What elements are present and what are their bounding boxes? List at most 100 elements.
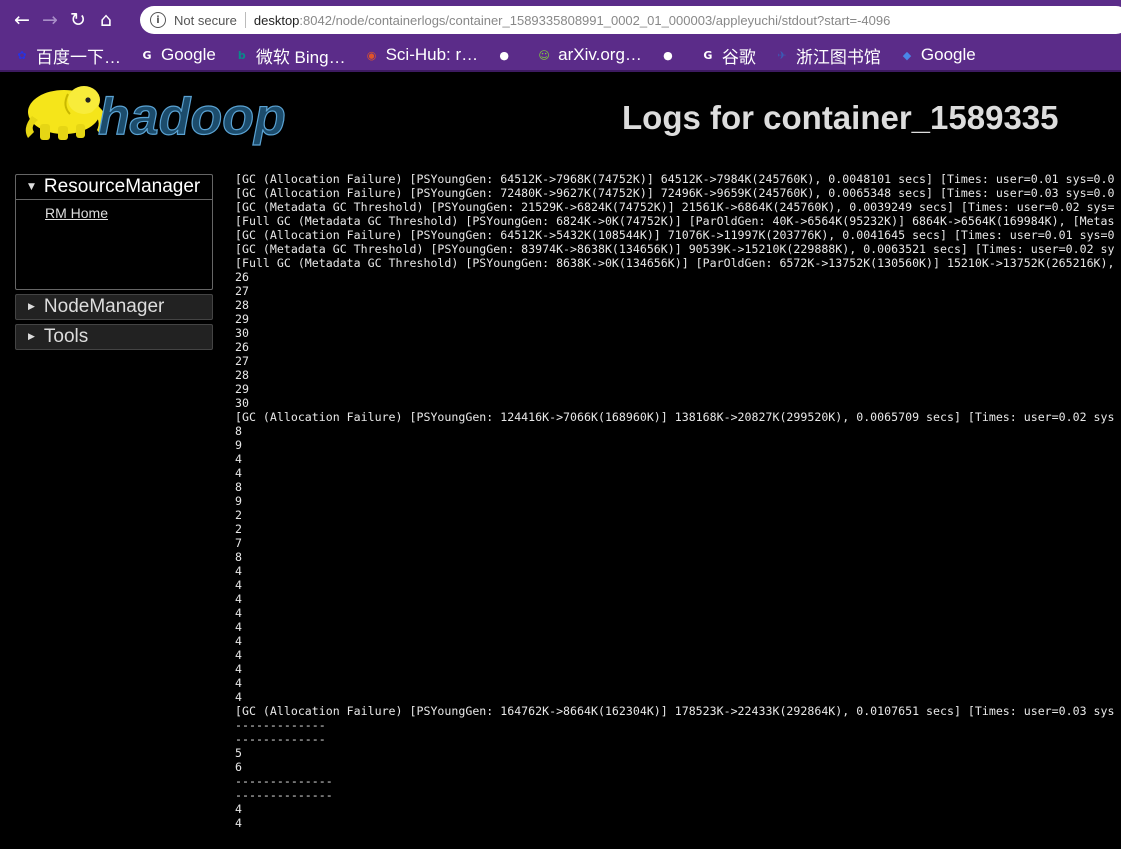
log-line: 4 [235,816,242,830]
bookmark-item[interactable]: G 谷歌 [700,43,756,68]
sidebar-section-tools: ▶ Tools [15,324,213,350]
log-line: 5 [235,746,242,760]
bookmark-item[interactable]: ◉ Sci-Hub: r… [364,45,479,65]
log-output: [GC (Allocation Failure) [PSYoungGen: 64… [235,172,1121,830]
bookmark-item[interactable]: ✈ 浙江图书馆 [774,43,881,68]
log-line: 28 [235,368,249,382]
log-line: [Full GC (Metadata GC Threshold) [PSYoun… [235,214,1115,228]
log-line: ------------- [235,718,326,732]
section-label: ResourceManager [43,176,201,197]
triangle-down-icon: ▼ [28,182,35,192]
rm-home-link[interactable]: RM Home [45,205,212,221]
log-line: 4 [235,466,242,480]
log-line: ------------- [235,732,326,746]
url-divider [244,12,246,28]
log-line: 27 [235,354,249,368]
log-line: 4 [235,662,242,676]
log-line: 4 [235,578,242,592]
arxiv-icon: ☺ [538,48,550,62]
log-line: 2 [235,508,242,522]
browser-toolbar: ← → ↻ ⌂ i Not secure desktop:8042/node/c… [0,0,1121,40]
bookmark-item[interactable]: ✿ 百度一下… [14,43,121,68]
hadoop-logo: hadoop [25,86,286,147]
globe-icon: ● [663,48,673,62]
log-line: 2 [235,522,242,536]
log-line: [Full GC (Metadata GC Threshold) [PSYoun… [235,256,1115,270]
log-line: 4 [235,620,242,634]
section-label: NodeManager [43,296,165,317]
bookmarks-bar: ✿ 百度一下… G Google b 微软 Bing… ◉ Sci-Hub: r… ● ☺ arXi… [0,40,1121,70]
info-icon[interactable]: i [150,12,166,28]
library-icon: ✈ [777,48,787,62]
log-line: 4 [235,690,242,704]
translate-icon: ◆ [902,48,912,62]
log-line: [GC (Allocation Failure) [PSYoungGen: 16… [235,704,1115,718]
globe-icon: ● [499,48,509,62]
log-line: 27 [235,284,249,298]
nodemanager-header[interactable]: ▶ NodeManager [16,295,212,319]
log-line: 8 [235,480,242,494]
bookmark-label: 浙江图书馆 [795,47,881,67]
log-line: 4 [235,452,242,466]
home-icon[interactable]: ⌂ [92,6,120,34]
bookmark-label: arXiv.org… [558,45,642,64]
address-bar[interactable]: i Not secure desktop:8042/node/container… [140,6,1121,34]
section-label: Tools [43,326,89,347]
tools-header[interactable]: ▶ Tools [16,325,212,349]
reload-icon[interactable]: ↻ [64,6,92,34]
resourcemanager-links: RM Home [16,200,212,289]
back-arrow-icon[interactable]: ← [8,6,36,34]
log-line: 4 [235,592,242,606]
sidebar-section-resourcemanager: ▼ ResourceManager RM Home [15,174,213,290]
bookmark-label: 谷歌 [721,47,756,67]
sidebar: ▼ ResourceManager RM Home ▶ NodeManager … [15,174,213,354]
log-line: 30 [235,326,249,340]
log-line: 4 [235,606,242,620]
log-line: [GC (Allocation Failure) [PSYoungGen: 12… [235,410,1115,424]
log-line: 4 [235,676,242,690]
log-line: 28 [235,298,249,312]
google-icon: G [142,48,152,62]
log-line: 26 [235,270,249,284]
bookmark-item[interactable]: ● [660,47,682,63]
log-line: -------------- [235,774,333,788]
bookmark-item[interactable]: ◆ Google [899,45,976,65]
bookmark-item[interactable]: G Google [139,45,216,65]
log-line: 29 [235,382,249,396]
log-line: [GC (Allocation Failure) [PSYoungGen: 64… [235,172,1115,186]
log-line: 4 [235,634,242,648]
url-path: :8042/node/containerlogs/container_15893… [299,12,891,28]
log-line: 30 [235,396,249,410]
not-secure-label: Not secure [174,12,237,28]
google-icon: G [703,48,713,62]
log-line: [GC (Metadata GC Threshold) [PSYoungGen:… [235,242,1115,256]
page-title: Logs for container_1589335 [622,99,1059,136]
elephant-icon [25,86,106,140]
log-line: [GC (Metadata GC Threshold) [PSYoungGen:… [235,200,1115,214]
scihub-icon: ◉ [366,48,377,62]
log-line: -------------- [235,788,333,802]
bookmark-item[interactable]: ● [496,47,518,63]
resourcemanager-header[interactable]: ▼ ResourceManager [16,175,212,200]
triangle-right-icon: ▶ [28,332,35,342]
bookmarks-divider [0,70,1121,72]
bookmark-label: Google [161,45,216,64]
log-line: 4 [235,648,242,662]
forward-arrow-icon[interactable]: → [36,6,64,34]
bing-icon: b [237,48,246,62]
bookmark-item[interactable]: b 微软 Bing… [234,43,346,68]
logo-wordmark: hadoop [98,88,286,146]
url-host: desktop [253,12,300,28]
log-line: [GC (Allocation Failure) [PSYoungGen: 72… [235,186,1115,200]
log-line: 29 [235,312,249,326]
log-line: 4 [235,564,242,578]
baidu-icon: ✿ [17,48,27,62]
sidebar-section-nodemanager: ▶ NodeManager [15,294,213,320]
bookmark-label: Sci-Hub: r… [385,45,479,64]
bookmark-item[interactable]: ☺ arXiv.org… [536,45,642,65]
log-line: 4 [235,802,242,816]
log-line: 26 [235,340,249,354]
log-line: 8 [235,550,242,564]
log-line: 8 [235,424,242,438]
bookmark-label: 百度一下… [36,47,121,67]
